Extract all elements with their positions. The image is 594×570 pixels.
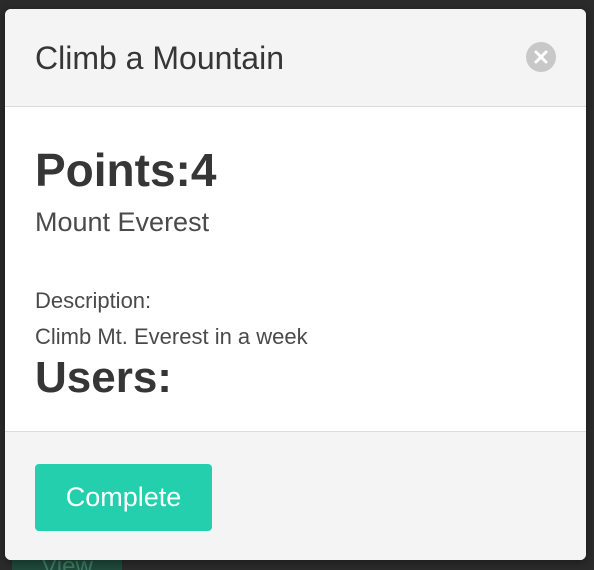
users-heading: Users:: [35, 353, 172, 402]
description-text: Climb Mt. Everest in a week: [35, 324, 308, 349]
description-label: Description:: [35, 288, 152, 313]
modal-header: Climb a Mountain: [5, 9, 586, 107]
close-button[interactable]: [526, 42, 556, 72]
mountain-name: Mount Everest: [35, 207, 210, 237]
complete-button[interactable]: Complete: [35, 464, 212, 531]
modal-title: Climb a Mountain: [35, 40, 284, 76]
modal-footer: Complete: [5, 431, 586, 560]
modal-dialog: Climb a Mountain Points:4 Mount Everest …: [5, 9, 586, 560]
close-icon: [534, 50, 548, 64]
points-heading: Points:4: [35, 144, 217, 196]
modal-body: Points:4 Mount Everest Description: Clim…: [5, 107, 586, 431]
